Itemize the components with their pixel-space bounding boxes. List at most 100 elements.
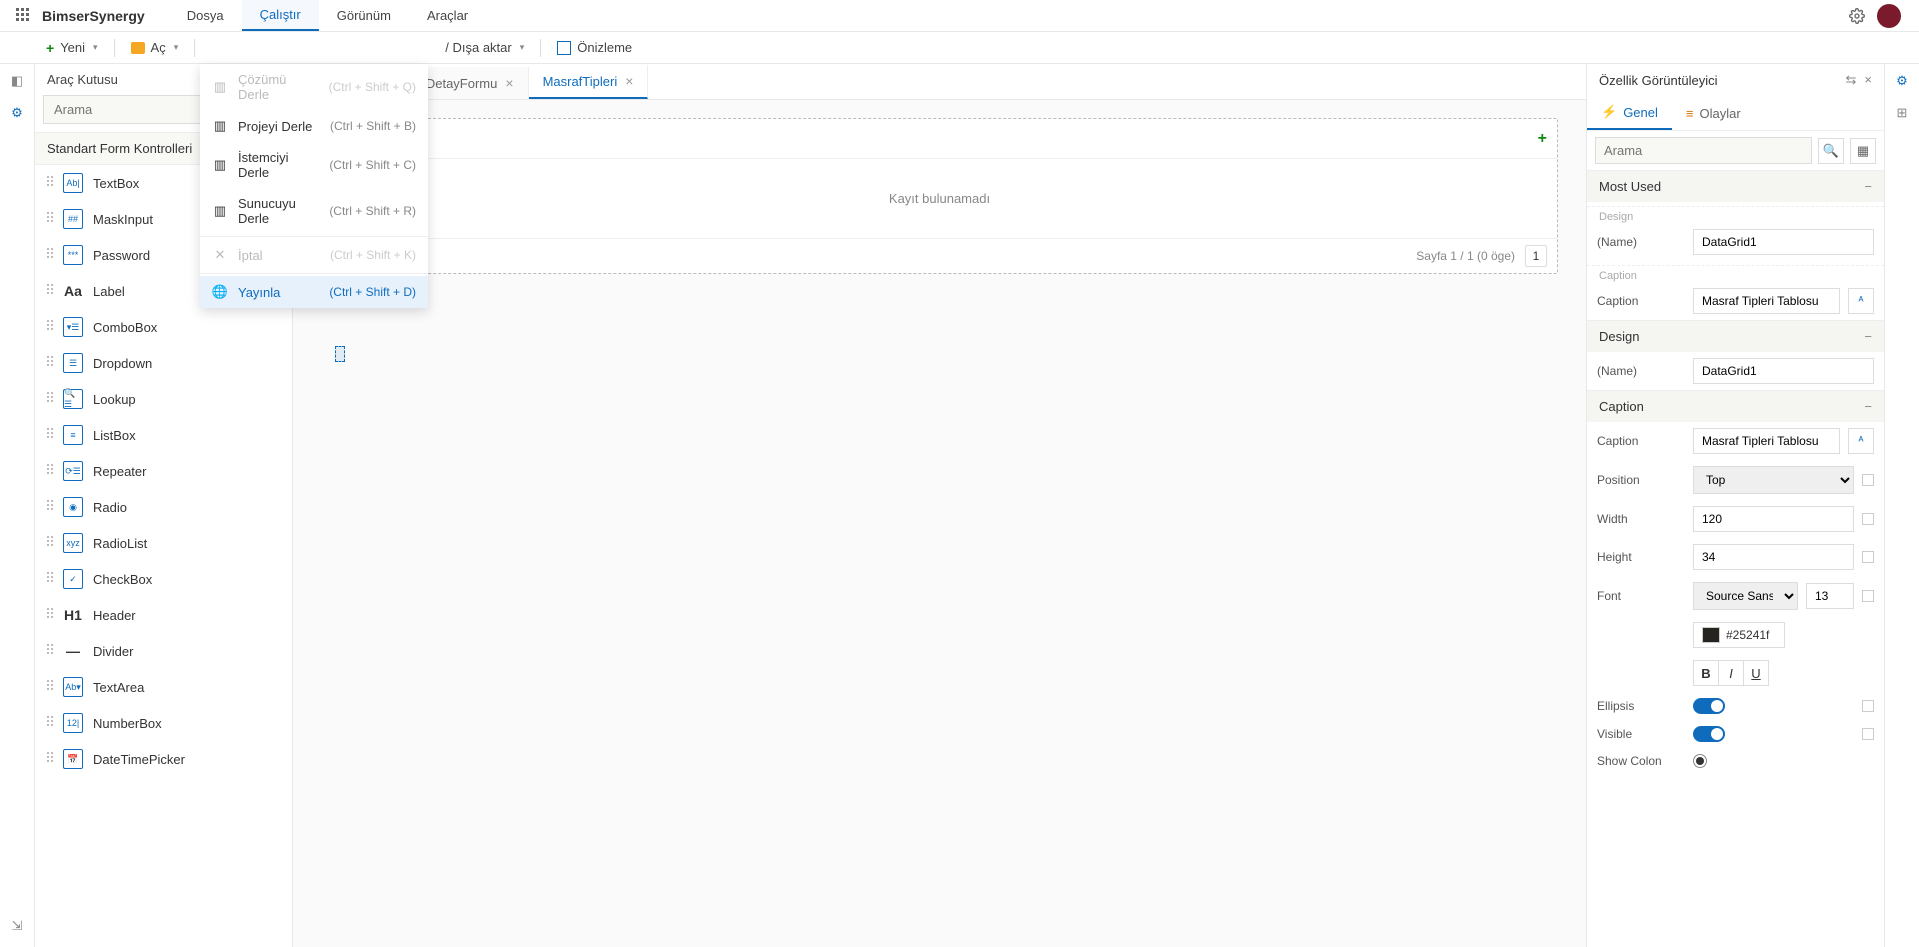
- toolbox-item-label: Password: [93, 248, 150, 263]
- drag-handle-icon: [47, 572, 53, 586]
- header-icon: H1: [63, 605, 83, 625]
- drag-handle-icon: [47, 752, 53, 766]
- toolbox-item-textarea[interactable]: Ab▾TextArea: [35, 669, 292, 705]
- open-button[interactable]: Aç ▾: [123, 36, 187, 59]
- toolbox-item-header[interactable]: H1Header: [35, 597, 292, 633]
- drag-handle-icon: [47, 680, 53, 694]
- publish-item[interactable]: 🌐 Yayınla (Ctrl + Shift + D): [200, 276, 428, 308]
- input-name[interactable]: [1693, 229, 1874, 255]
- export-button[interactable]: / Dışa aktar ▾: [437, 36, 532, 59]
- italic-button[interactable]: I: [1718, 660, 1744, 686]
- toolbox-item-numberbox[interactable]: 12|NumberBox: [35, 705, 292, 741]
- toggle-ellipsis[interactable]: [1693, 698, 1725, 714]
- collapse-icon[interactable]: −: [1864, 179, 1872, 194]
- chevron-down-icon: ▾: [520, 42, 525, 53]
- close-icon[interactable]: ×: [625, 73, 633, 89]
- pin-box[interactable]: [1862, 513, 1874, 525]
- label-name: (Name): [1597, 235, 1685, 249]
- label-visible: Visible: [1597, 727, 1685, 741]
- select-position[interactable]: Top: [1693, 466, 1854, 494]
- toolbox-item-listbox[interactable]: ≡ListBox: [35, 417, 292, 453]
- toggle-visible[interactable]: [1693, 726, 1725, 742]
- events-icon: ≡: [1686, 106, 1694, 121]
- tab-form-2[interactable]: MasrafTipleri ×: [529, 65, 649, 99]
- drag-handle-icon: [47, 176, 53, 190]
- localize-icon[interactable]: ᴬ: [1848, 428, 1874, 454]
- menu-view[interactable]: Görünüm: [319, 0, 409, 31]
- select-font[interactable]: Source Sans…: [1693, 582, 1798, 610]
- toolbox-item-dropdown[interactable]: ☰Dropdown: [35, 345, 292, 381]
- collapse-icon[interactable]: −: [1864, 329, 1872, 344]
- close-icon[interactable]: ×: [1864, 72, 1872, 88]
- pin-box[interactable]: [1862, 700, 1874, 712]
- input-caption-2[interactable]: [1693, 428, 1840, 454]
- toolbox-item-checkbox[interactable]: ✓CheckBox: [35, 561, 292, 597]
- collapse-icon[interactable]: −: [1864, 399, 1872, 414]
- app-launcher-icon[interactable]: [16, 8, 32, 24]
- design-canvas[interactable]: + Kayıt bulunamadı Sayfa 1 / 1 (0 öge) 1: [293, 100, 1586, 947]
- numberbox-icon: 12|: [63, 713, 83, 733]
- toolbox-item-repeater[interactable]: ⟳☰Repeater: [35, 453, 292, 489]
- search-icon[interactable]: 🔍: [1818, 138, 1844, 164]
- input-caption[interactable]: [1693, 288, 1840, 314]
- color-picker[interactable]: #25241f: [1693, 622, 1785, 648]
- add-row-icon[interactable]: +: [1538, 130, 1547, 148]
- rail-export-icon[interactable]: ⇲: [8, 917, 26, 935]
- rail-props-icon[interactable]: ⚙: [1893, 72, 1911, 90]
- pin-box[interactable]: [1862, 728, 1874, 740]
- bold-button[interactable]: B: [1693, 660, 1719, 686]
- props-tab-events[interactable]: ≡ Olaylar: [1672, 96, 1755, 130]
- input-name-2[interactable]: [1693, 358, 1874, 384]
- open-label: Aç: [151, 40, 166, 55]
- drag-handle-icon: [47, 716, 53, 730]
- underline-button[interactable]: U: [1743, 660, 1769, 686]
- toolbox-item-radio[interactable]: ◉Radio: [35, 489, 292, 525]
- new-label: Yeni: [60, 40, 85, 55]
- pin-box[interactable]: [1862, 590, 1874, 602]
- group-design[interactable]: Design −: [1587, 320, 1884, 352]
- new-button[interactable]: + Yeni ▾: [38, 36, 106, 60]
- menu-file[interactable]: Dosya: [169, 0, 242, 31]
- toolbox-item-label: CheckBox: [93, 572, 152, 587]
- rail-settings-icon[interactable]: ⚙: [8, 104, 26, 122]
- menu-run[interactable]: Çalıştır: [242, 0, 319, 31]
- input-width[interactable]: [1693, 506, 1854, 532]
- user-avatar[interactable]: [1877, 4, 1901, 28]
- build-server-item[interactable]: ▥ Sunucuyu Derle (Ctrl + Shift + R): [200, 188, 428, 234]
- layout-icon[interactable]: ▦: [1850, 138, 1876, 164]
- build-icon: ▥: [212, 118, 228, 134]
- rail-tree-icon[interactable]: ◧: [8, 72, 26, 90]
- label-font: Font: [1597, 589, 1685, 603]
- group-caption[interactable]: Caption −: [1587, 390, 1884, 422]
- build-project-item[interactable]: ▥ Projeyi Derle (Ctrl + Shift + B): [200, 110, 428, 142]
- preview-button[interactable]: Önizleme: [549, 36, 640, 59]
- toolbox-item-combobox[interactable]: ▾☰ComboBox: [35, 309, 292, 345]
- datagrid-component[interactable]: + Kayıt bulunamadı Sayfa 1 / 1 (0 öge) 1: [321, 118, 1558, 274]
- group-mostused[interactable]: Most Used −: [1587, 170, 1884, 202]
- localize-icon[interactable]: ᴬ: [1848, 288, 1874, 314]
- toolbox-item-lookup[interactable]: 🔍☰Lookup: [35, 381, 292, 417]
- props-tab-general[interactable]: ⚡ Genel: [1587, 96, 1672, 130]
- color-swatch: [1702, 627, 1720, 643]
- run-dropdown: ▥ Çözümü Derle (Ctrl + Shift + Q) ▥ Proj…: [200, 64, 428, 308]
- toolbox-item-datetimepicker[interactable]: 📅DateTimePicker: [35, 741, 292, 777]
- input-fontsize[interactable]: [1806, 583, 1854, 609]
- selection-handle[interactable]: [335, 346, 345, 362]
- toolbox-item-radiolist[interactable]: xyzRadioList: [35, 525, 292, 561]
- main-toolbar: + Yeni ▾ Aç ▾ / Dışa aktar ▾ Önizleme ▥ …: [0, 32, 1919, 64]
- chevron-down-icon: ▾: [93, 42, 98, 53]
- pager-page[interactable]: 1: [1525, 245, 1547, 267]
- preview-icon: [557, 41, 571, 55]
- props-search-input[interactable]: [1595, 137, 1812, 164]
- close-icon[interactable]: ×: [505, 75, 513, 91]
- radio-showcolon[interactable]: [1693, 754, 1707, 768]
- menu-tools[interactable]: Araçlar: [409, 0, 486, 31]
- build-client-item[interactable]: ▥ İstemciyi Derle (Ctrl + Shift + C): [200, 142, 428, 188]
- input-height[interactable]: [1693, 544, 1854, 570]
- toolbox-item-divider[interactable]: —Divider: [35, 633, 292, 669]
- pin-box[interactable]: [1862, 551, 1874, 563]
- pin-box[interactable]: [1862, 474, 1874, 486]
- rail-tree-icon[interactable]: ⊞: [1893, 104, 1911, 122]
- pin-icon[interactable]: ⇆: [1846, 72, 1857, 88]
- settings-icon[interactable]: [1849, 8, 1865, 24]
